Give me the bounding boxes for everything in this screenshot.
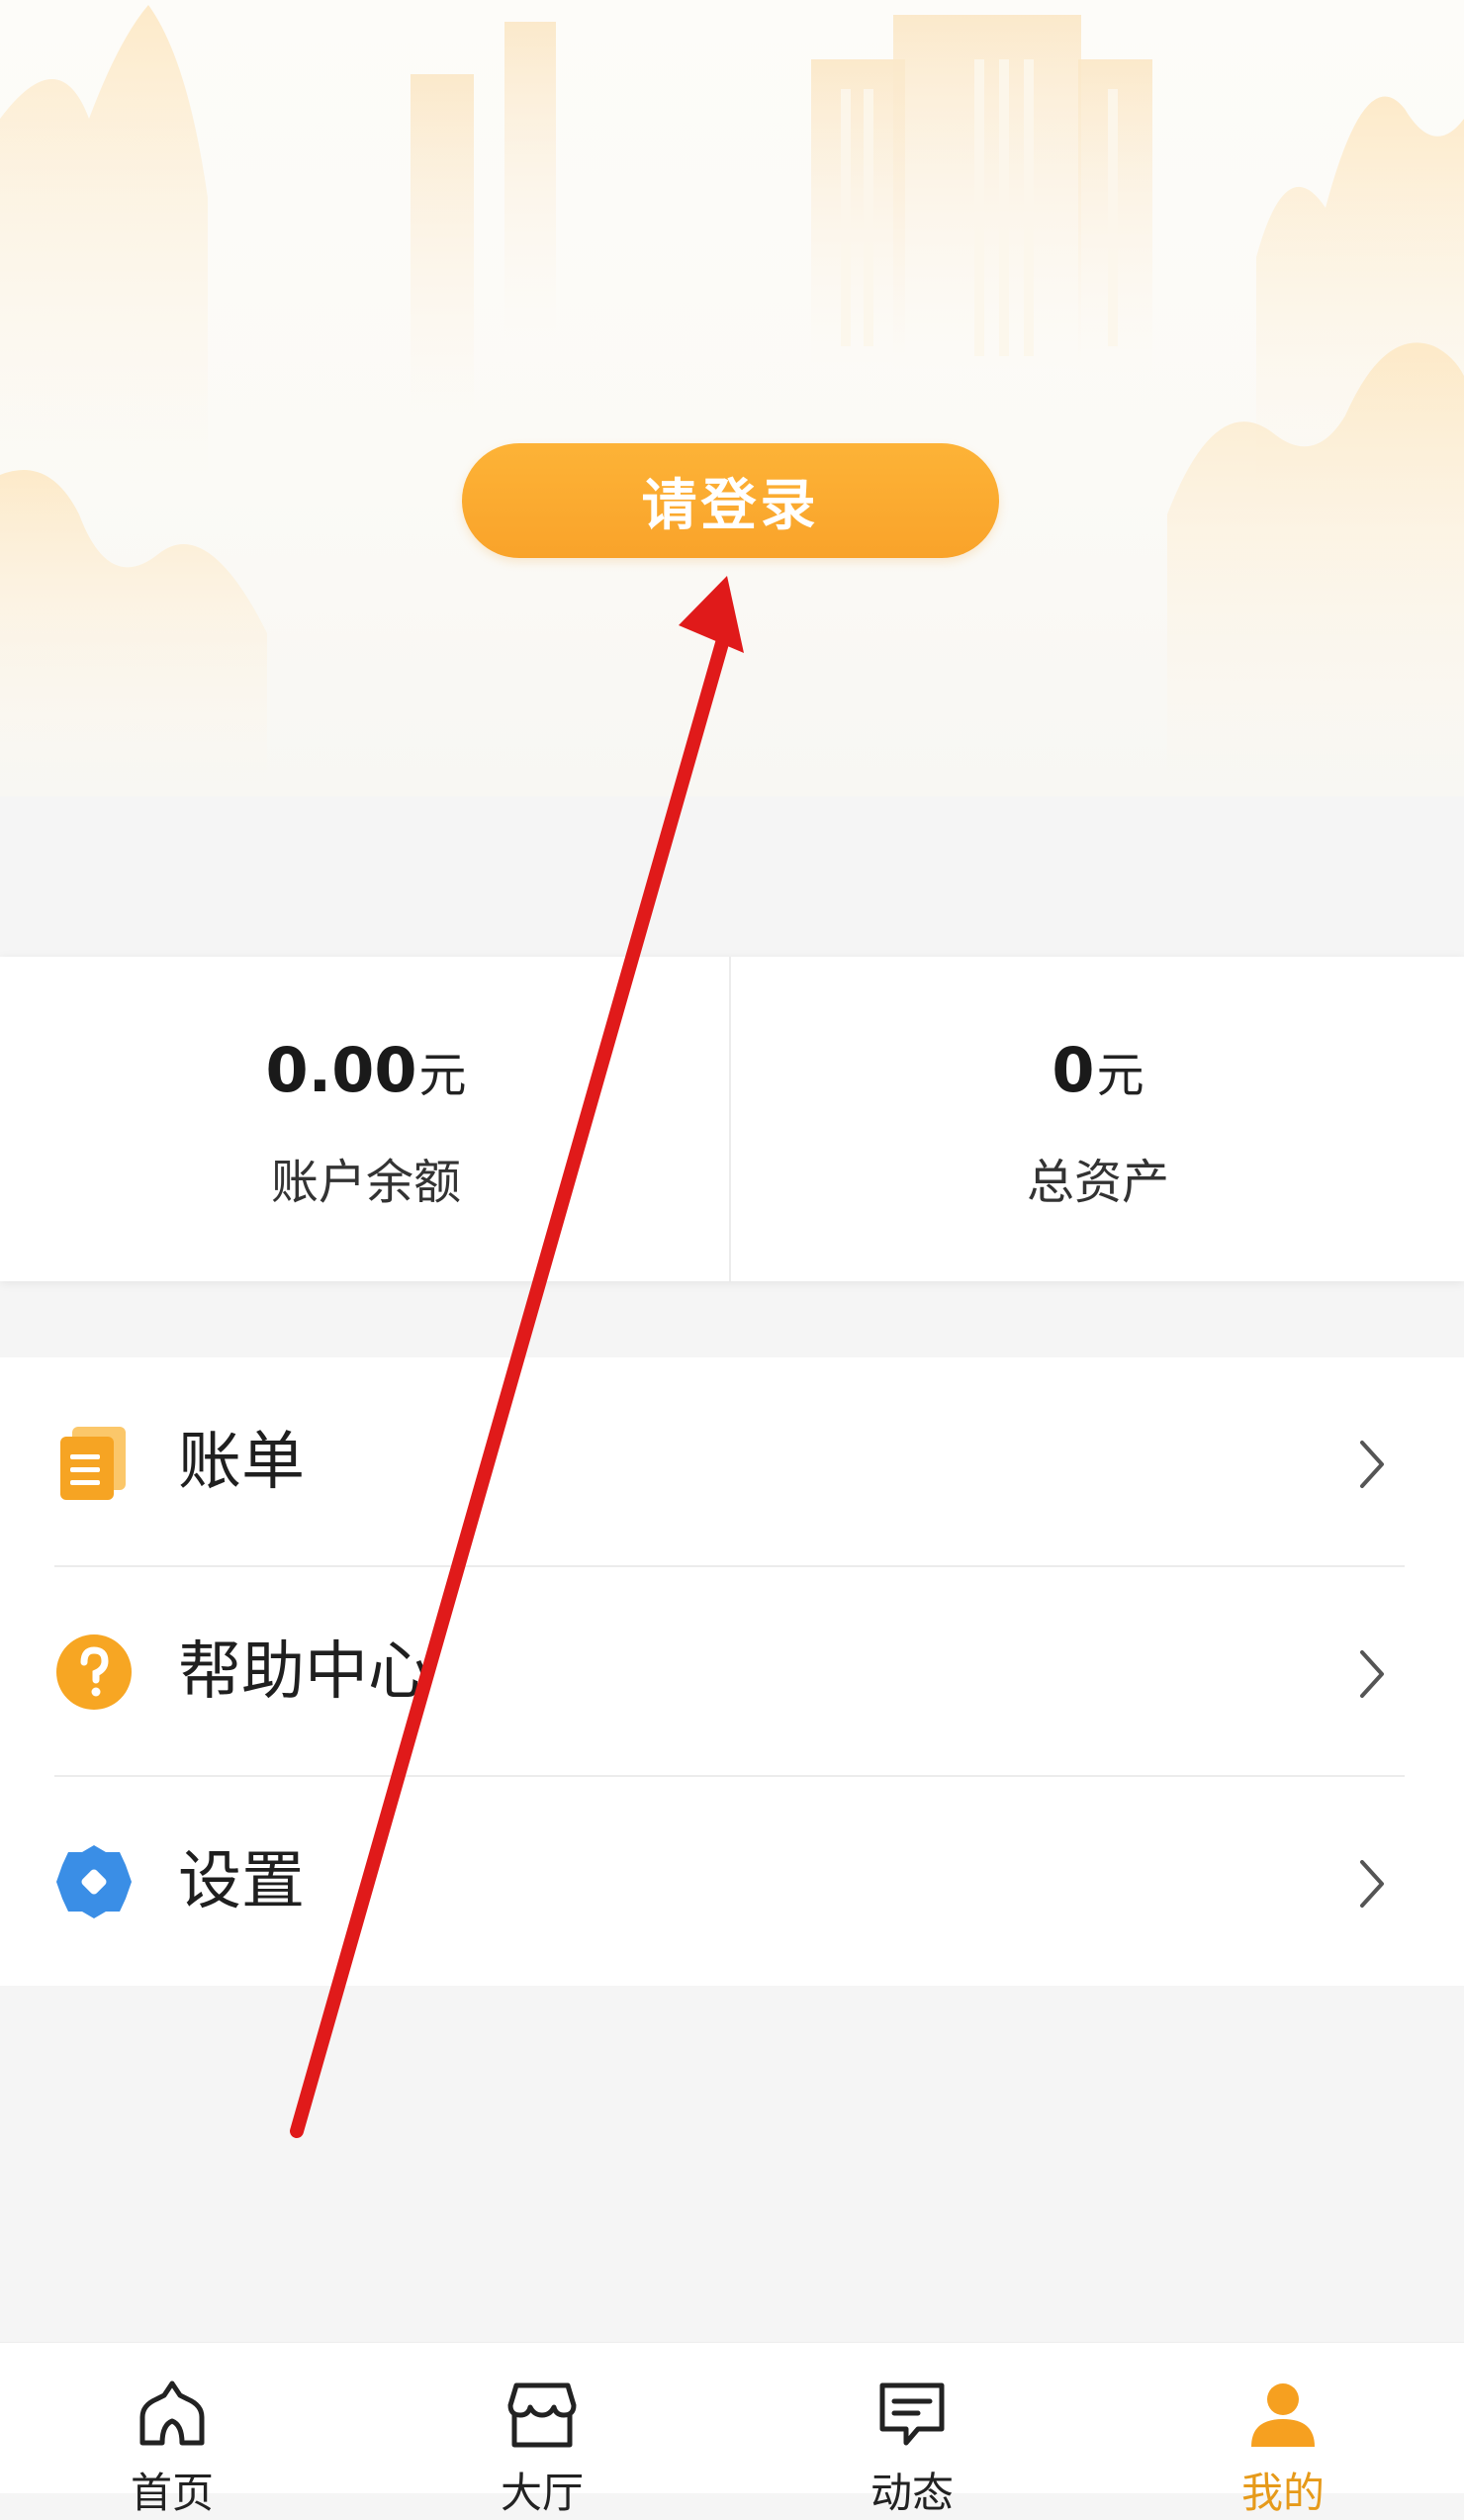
message-icon <box>879 2382 945 2446</box>
login-button[interactable]: 请登录 <box>462 443 999 558</box>
tab-label: 大厅 <box>500 2469 584 2517</box>
assets-stat[interactable]: 0元 总资产 <box>732 957 1464 1281</box>
tab-home[interactable]: 首页 <box>73 2343 271 2517</box>
profile-menu: 账单 帮助中心 设置 <box>0 1357 1464 1986</box>
bill-icon <box>60 1427 126 1500</box>
chevron-right-icon <box>1360 1860 1384 1908</box>
tab-hall[interactable]: 大厅 <box>443 2343 641 2517</box>
city-skyline-illustration <box>0 5 1464 796</box>
tab-mine[interactable]: 我的 <box>1184 2343 1382 2517</box>
home-icon <box>139 2380 205 2446</box>
menu-item-bill[interactable]: 账单 <box>0 1357 1464 1565</box>
help-icon <box>56 1634 132 1710</box>
tab-label: 首页 <box>130 2469 214 2517</box>
tab-moments[interactable]: 动态 <box>813 2343 1011 2517</box>
balance-stat[interactable]: 0.00元 账户余额 <box>0 957 732 1281</box>
store-icon <box>507 2382 577 2448</box>
assets-value: 0元 <box>732 1034 1464 1106</box>
menu-item-label: 账单 <box>178 1426 305 1499</box>
menu-item-help[interactable]: 帮助中心 <box>0 1567 1464 1775</box>
assets-amount: 0 <box>1052 1034 1095 1106</box>
account-stats-card: 0.00元 账户余额 0元 总资产 <box>0 957 1464 1281</box>
balance-unit: 元 <box>418 1048 467 1103</box>
bottom-tab-bar: 首页 大厅 动态 我的 <box>0 2342 1464 2517</box>
tab-label: 我的 <box>1240 2469 1325 2517</box>
menu-item-label: 帮助中心 <box>178 1635 431 1709</box>
assets-label: 总资产 <box>1026 1155 1169 1210</box>
balance-label: 账户余额 <box>270 1155 461 1210</box>
chevron-right-icon <box>1360 1441 1384 1488</box>
assets-unit: 元 <box>1096 1048 1144 1103</box>
profile-header: 请登录 <box>0 0 1464 796</box>
balance-value: 0.00元 <box>0 1034 732 1106</box>
chevron-right-icon <box>1360 1650 1384 1698</box>
settings-icon <box>56 1845 132 1918</box>
user-icon <box>1251 2383 1315 2447</box>
menu-item-label: 设置 <box>178 1845 305 1918</box>
balance-amount: 0.00 <box>265 1034 417 1106</box>
menu-item-settings[interactable]: 设置 <box>0 1777 1464 1985</box>
stats-divider <box>729 957 731 1281</box>
tab-label: 动态 <box>869 2469 954 2517</box>
